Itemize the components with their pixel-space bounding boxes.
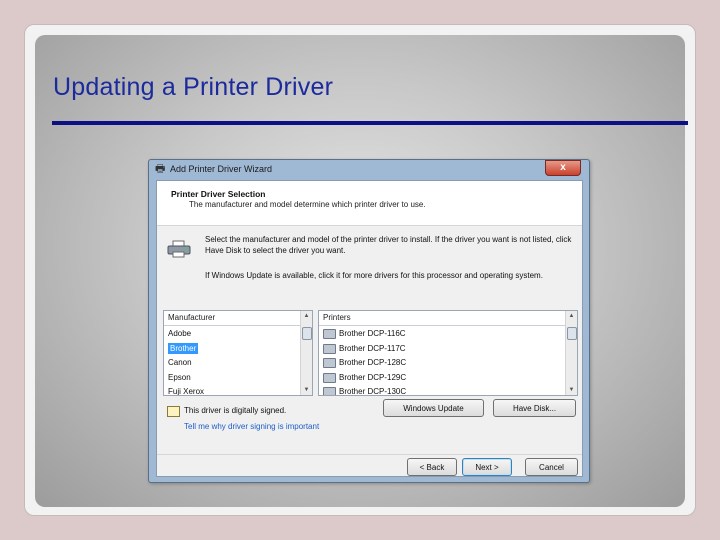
wizard-body: Select the manufacturer and model of the… bbox=[157, 226, 582, 476]
printer-icon bbox=[167, 240, 191, 258]
close-icon: x bbox=[560, 162, 566, 173]
list-item[interactable]: Fuji Xerox bbox=[164, 385, 300, 395]
signed-driver-icon bbox=[167, 406, 180, 417]
printers-scrollbar[interactable]: ▲ ▼ bbox=[565, 311, 577, 395]
printer-small-icon bbox=[323, 387, 336, 395]
wizard-page-title: Printer Driver Selection bbox=[171, 189, 266, 199]
printer-small-icon bbox=[323, 343, 336, 354]
printer-small-icon bbox=[323, 372, 336, 383]
instruction-text: Select the manufacturer and model of the… bbox=[205, 235, 572, 255]
window-title: Add Printer Driver Wizard bbox=[170, 164, 273, 174]
close-button[interactable]: x bbox=[545, 160, 581, 176]
list-item-selected[interactable]: Brother bbox=[164, 342, 300, 357]
list-item[interactable]: Epson bbox=[164, 371, 300, 386]
wizard-page-subtitle: The manufacturer and model determine whi… bbox=[189, 200, 426, 209]
printers-listbox[interactable]: Printers Brother DCP-116C Brother DCP-11… bbox=[318, 310, 578, 396]
list-item[interactable]: Brother DCP-130C bbox=[319, 385, 565, 395]
scroll-up-icon[interactable]: ▲ bbox=[566, 311, 577, 321]
footer-divider bbox=[157, 454, 582, 455]
windows-update-button[interactable]: Windows Update bbox=[383, 399, 484, 417]
manufacturer-column-header[interactable]: Manufacturer bbox=[164, 311, 300, 326]
list-item[interactable]: Brother DCP-128C bbox=[319, 356, 565, 371]
scroll-down-icon[interactable]: ▼ bbox=[301, 385, 312, 395]
windows-update-hint: If Windows Update is available, click it… bbox=[205, 271, 543, 280]
printer-app-icon: 🖶 bbox=[155, 163, 166, 175]
manufacturer-listbox[interactable]: Manufacturer Adobe Brother Canon Epson F… bbox=[163, 310, 313, 396]
cancel-button[interactable]: Cancel bbox=[525, 458, 578, 476]
scrollbar-thumb[interactable] bbox=[567, 327, 577, 340]
list-item[interactable]: Canon bbox=[164, 356, 300, 371]
add-printer-driver-wizard-window: 🖶 Add Printer Driver Wizard x Printer Dr… bbox=[148, 159, 590, 483]
driver-signing-link[interactable]: Tell me why driver signing is important bbox=[184, 422, 319, 431]
dialog-client-area: Printer Driver Selection The manufacture… bbox=[156, 180, 583, 477]
list-item[interactable]: Brother DCP-116C bbox=[319, 327, 565, 342]
list-item[interactable]: Brother DCP-129C bbox=[319, 371, 565, 386]
scroll-down-icon[interactable]: ▼ bbox=[566, 385, 577, 395]
have-disk-button[interactable]: Have Disk... bbox=[493, 399, 576, 417]
list-item[interactable]: Adobe bbox=[164, 327, 300, 342]
driver-signed-status: This driver is digitally signed. bbox=[184, 406, 287, 415]
printers-column-header[interactable]: Printers bbox=[319, 311, 565, 326]
printer-small-icon bbox=[323, 358, 336, 369]
scrollbar-thumb[interactable] bbox=[302, 327, 312, 340]
list-item[interactable]: Brother DCP-117C bbox=[319, 342, 565, 357]
next-button[interactable]: Next > bbox=[462, 458, 512, 476]
manufacturer-list: Adobe Brother Canon Epson Fuji Xerox bbox=[164, 327, 300, 395]
back-button[interactable]: < Back bbox=[407, 458, 457, 476]
scroll-up-icon[interactable]: ▲ bbox=[301, 311, 312, 321]
slide-panel: Updating a Printer Driver 🖶 Add Printer … bbox=[35, 35, 688, 507]
manufacturer-scrollbar[interactable]: ▲ ▼ bbox=[300, 311, 312, 395]
slide: Updating a Printer Driver 🖶 Add Printer … bbox=[25, 25, 695, 515]
window-titlebar[interactable]: 🖶 Add Printer Driver Wizard x bbox=[149, 160, 589, 178]
printers-list: Brother DCP-116C Brother DCP-117C Brothe… bbox=[319, 327, 565, 395]
title-underline bbox=[52, 121, 688, 125]
printer-small-icon bbox=[323, 329, 336, 340]
slide-title: Updating a Printer Driver bbox=[53, 73, 334, 101]
